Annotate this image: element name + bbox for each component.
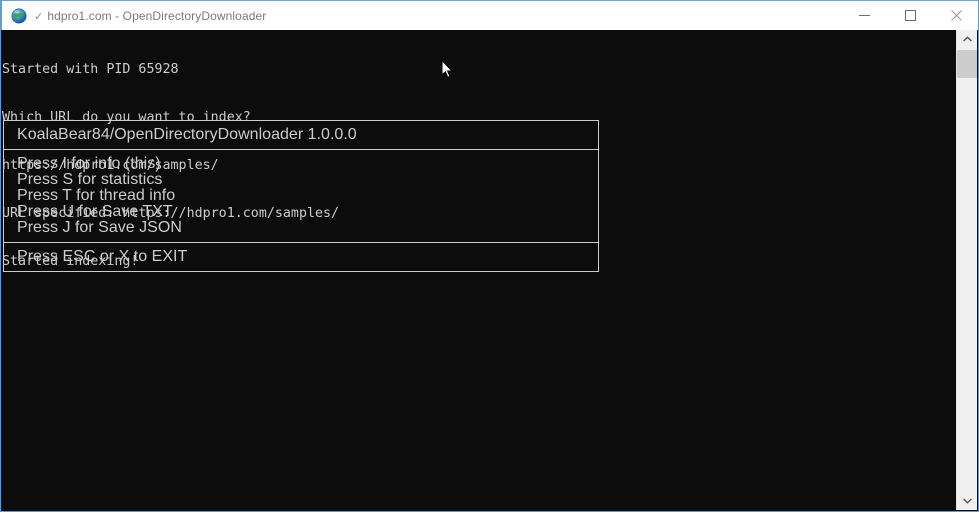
title-bar[interactable]: ✓ hdpro1.com - OpenDirectoryDownloader <box>1 0 978 31</box>
info-menu-item-thread-info: Press T for thread info <box>17 187 176 204</box>
scroll-down-button[interactable] <box>957 492 977 510</box>
close-button[interactable] <box>933 0 978 30</box>
minimize-icon <box>858 14 870 16</box>
console-line: Started with PID 65928 <box>2 62 179 77</box>
minimize-button[interactable] <box>841 0 887 30</box>
vertical-scrollbar[interactable] <box>956 30 977 510</box>
info-menu-title: KoalaBear84/OpenDirectoryDownloader 1.0.… <box>17 126 357 143</box>
close-icon <box>950 9 962 21</box>
info-menu-header-section: KoalaBear84/OpenDirectoryDownloader 1.0.… <box>4 121 598 149</box>
info-menu-item-exit: Press ESC or X to EXIT <box>17 248 188 265</box>
globe-icon <box>11 8 27 24</box>
info-menu-item-statistics: Press S for statistics <box>17 171 163 188</box>
info-menu-item-info: Press I for info (this) <box>17 155 161 172</box>
info-menu-item-save-json: Press J for Save JSON <box>17 219 182 236</box>
info-menu-footer-section: Press ESC or X to EXIT <box>4 242 598 271</box>
window-controls <box>841 0 978 31</box>
scrollbar-track[interactable] <box>957 48 977 492</box>
info-menu-box: KoalaBear84/OpenDirectoryDownloader 1.0.… <box>3 120 599 272</box>
verified-check-icon: ✓ <box>34 10 44 23</box>
maximize-button[interactable] <box>887 0 933 30</box>
chevron-up-icon <box>962 36 972 42</box>
maximize-icon <box>904 9 916 21</box>
window-title: ✓ hdpro1.com - OpenDirectoryDownloader <box>34 9 266 23</box>
scroll-up-button[interactable] <box>957 30 977 48</box>
info-menu-item-save-txt: Press U for Save TXT <box>17 203 173 220</box>
scrollbar-thumb[interactable] <box>957 50 977 78</box>
info-menu-items-section: Press I for info (this) Press S for stat… <box>4 149 598 242</box>
window-title-text: hdpro1.com - OpenDirectoryDownloader <box>47 8 267 23</box>
app-window: ✓ hdpro1.com - OpenDirectoryDownloader St… <box>0 0 979 512</box>
chevron-down-icon <box>962 498 972 504</box>
